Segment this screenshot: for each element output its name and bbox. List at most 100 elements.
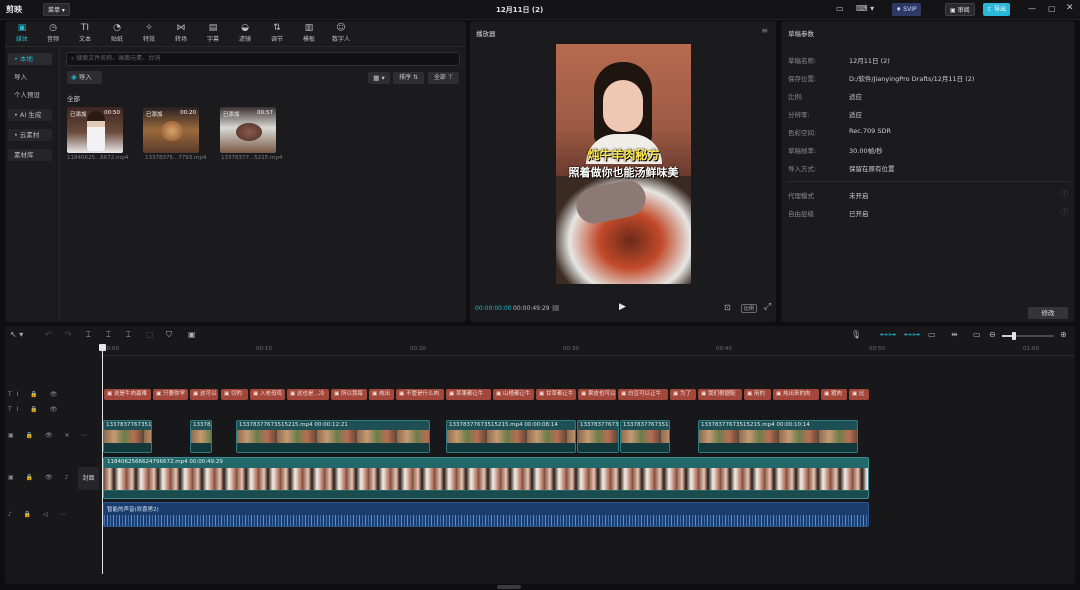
info-icon[interactable]: ⓘ <box>1061 189 1068 199</box>
audio-track-controls[interactable]: ♪ 🔒 ◁ ⋯ <box>8 511 71 518</box>
tool-text[interactable]: TI 文本 <box>70 23 100 45</box>
shortcut-icon[interactable]: ⌨ ▾ <box>856 4 874 13</box>
tool-template[interactable]: ▥ 模板 <box>294 23 324 45</box>
text-clip[interactable]: ▣ 切的 <box>221 389 248 400</box>
tool-transition[interactable]: ⋈ 转场 <box>166 23 196 45</box>
broll-clip[interactable]: 13378377673515 <box>577 420 619 453</box>
zoom-slider[interactable] <box>1002 332 1054 340</box>
text-clip[interactable]: ▣ 为了 <box>670 389 696 400</box>
microphone-icon[interactable]: 🎙 <box>851 330 861 339</box>
tool-sticker[interactable]: ◔ 贴纸 <box>102 23 132 45</box>
select-cursor-icon[interactable]: ↖ ▾ <box>10 330 23 339</box>
tool-media[interactable]: ▣ 媒体 <box>7 23 37 45</box>
sidebar-item-import[interactable]: 导入 <box>8 71 52 83</box>
media-search-input[interactable]: ⌕ 搜索文件名称、画面元素、台词 <box>66 52 460 66</box>
sort-button[interactable]: 排序 ⇅ <box>393 72 424 84</box>
broll-clip[interactable]: 1337837 <box>190 420 212 453</box>
broll-clip[interactable]: 13378377673515215.mp4 00:00:10:14 <box>698 420 858 453</box>
zoom-in-icon[interactable]: ⊕ <box>1060 330 1067 339</box>
marker-icon[interactable]: ⛉ <box>166 330 172 340</box>
filter-button[interactable]: 全部 ⊤ <box>428 72 459 84</box>
text-clip[interactable]: ▣ 这也是…冷 <box>287 389 329 400</box>
timeline-scrollbar[interactable] <box>497 585 521 589</box>
text-track-controls[interactable]: TI 🔒 👁 <box>8 391 62 398</box>
main-video-clip[interactable]: 1184062566624796672.mp4 00:00:49:29 <box>103 457 869 499</box>
playhead-handle[interactable] <box>99 344 106 351</box>
text-clip[interactable]: ▣ 不管是什么肉 <box>396 389 444 400</box>
split-right-icon[interactable]: ⌶ <box>126 330 131 340</box>
text-clip[interactable]: ▣ 甘草都让牛 <box>536 389 576 400</box>
tool-audio[interactable]: ◷ 音频 <box>38 23 68 45</box>
minimize-icon[interactable]: — <box>1028 4 1036 13</box>
link-main-track-icon[interactable]: ⊷⊶ <box>880 330 896 339</box>
timecode-grid-icon[interactable]: ▦ <box>552 303 560 312</box>
review-button[interactable]: ▣ 审阅 <box>945 3 975 16</box>
snap-icon[interactable]: ⇹ <box>951 330 958 339</box>
zoom-out-icon[interactable]: ⊖ <box>989 330 996 339</box>
broll-clip[interactable]: 13378377673515215.mp4 00:00:08:14 <box>446 420 576 453</box>
maximize-icon[interactable]: ▢ <box>1048 4 1056 13</box>
text-clip[interactable]: ▣ 果皮也可以 <box>578 389 616 400</box>
broll-clip[interactable]: 13378377673515 <box>103 420 152 453</box>
close-icon[interactable]: ✕ <box>1066 3 1074 13</box>
tool-filter[interactable]: ◒ 滤镜 <box>230 23 260 45</box>
text-clip[interactable]: ▣ 用的 <box>744 389 771 400</box>
fullscreen-icon[interactable]: ⤢ <box>764 302 771 312</box>
sidebar-item-presets[interactable]: 个人预设 <box>8 89 52 101</box>
text-clip[interactable]: ▣ 炖出 <box>369 389 394 400</box>
sidebar-item-ai[interactable]: • AI 生成 <box>8 109 52 121</box>
ratio-button[interactable]: 比例 <box>741 304 758 313</box>
text-clip[interactable]: ▣ 白豆可以让牛 <box>618 389 668 400</box>
video-preview[interactable]: 炖牛羊肉秘方 照着做你也能汤鲜味美 <box>556 44 691 284</box>
text-clip[interactable]: ▣ 猪肉 <box>821 389 847 400</box>
broll-clip[interactable]: 13378377673515 <box>620 420 670 453</box>
text-clip[interactable]: ▣ 我们根据配 <box>698 389 742 400</box>
preview-axis-icon[interactable]: ▭ <box>928 330 936 339</box>
audio-clip[interactable]: 智能的声音(欢喜男2) <box>103 502 869 527</box>
ai-edit-icon[interactable]: ▣ <box>188 330 196 339</box>
info-icon[interactable]: ⓘ <box>1061 207 1068 217</box>
tool-subtitle[interactable]: ▤ 字幕 <box>198 23 228 45</box>
sidebar-item-library[interactable]: 素材库 <box>8 149 52 161</box>
text-clip[interactable]: ▣ 入老母鸡 <box>250 389 285 400</box>
text-clip[interactable]: ▣ 山楂都让牛 <box>493 389 534 400</box>
text-clip[interactable]: ▣ 炖出来的肉 <box>773 389 819 400</box>
media-item[interactable]: 已添加 00:20 <box>143 107 199 153</box>
text-track-controls[interactable]: TI 🔒 👁 <box>8 406 62 413</box>
menu-button[interactable]: 菜单 ▾ <box>43 3 70 16</box>
linkage-icon[interactable]: ⊷⊶ <box>904 330 920 339</box>
broll-track-controls[interactable]: ▣ 🔒 👁 ✕ ⋯ <box>8 432 92 439</box>
text-clip[interactable]: ▣ 说是牛肉最难 <box>104 389 151 400</box>
play-icon[interactable]: ▶ <box>619 302 626 312</box>
text-clip[interactable]: ▣ 这可以 <box>190 389 218 400</box>
split-left-icon[interactable]: ⌶ <box>106 330 111 340</box>
split-icon[interactable]: ⌶ <box>86 330 91 340</box>
sidebar-item-cloud[interactable]: • 云素材 <box>8 129 52 141</box>
text-clip[interactable]: ▣ 草果都让牛 <box>446 389 491 400</box>
caption-icon[interactable]: ▭ <box>973 330 981 339</box>
export-button[interactable]: ⇪ 导出 <box>983 3 1010 16</box>
view-toggle[interactable]: ▦ ▾ <box>368 72 390 84</box>
media-item[interactable]: 已添加 00:57 <box>220 107 276 153</box>
focus-icon[interactable]: ⊡ <box>724 303 731 312</box>
playhead[interactable] <box>102 346 103 574</box>
text-clip[interactable]: ▣ 所以我每 <box>331 389 367 400</box>
redo-icon[interactable]: ↷ <box>65 330 72 339</box>
undo-icon[interactable]: ↶ <box>45 330 52 339</box>
layout-icon[interactable]: ▭ <box>836 4 844 13</box>
tool-effects[interactable]: ✧ 特效 <box>134 23 164 45</box>
delete-icon[interactable]: ▢ <box>146 330 154 339</box>
modify-button[interactable]: 修改 <box>1028 307 1068 319</box>
svip-badge[interactable]: ♦ SVIP <box>892 3 921 16</box>
text-clip[interactable]: ▣ 只要你学 <box>153 389 188 400</box>
media-item[interactable]: 已添加 00:50 <box>67 107 123 153</box>
tool-adjust[interactable]: ⇅ 调节 <box>262 23 292 45</box>
broll-clip[interactable]: 13378377673515215.mp4 00:00:12:21 <box>236 420 430 453</box>
zoom-handle[interactable] <box>1012 332 1016 340</box>
menu-icon[interactable]: ≡ <box>761 26 768 35</box>
import-button[interactable]: ◉ 导入 <box>67 71 102 84</box>
text-clip[interactable]: ▣ 比 <box>849 389 869 400</box>
tool-digital-human[interactable]: ☺ 数字人 <box>326 23 356 45</box>
cover-button[interactable]: 封面 <box>78 467 99 490</box>
sidebar-item-local[interactable]: • 本地 <box>8 53 52 65</box>
